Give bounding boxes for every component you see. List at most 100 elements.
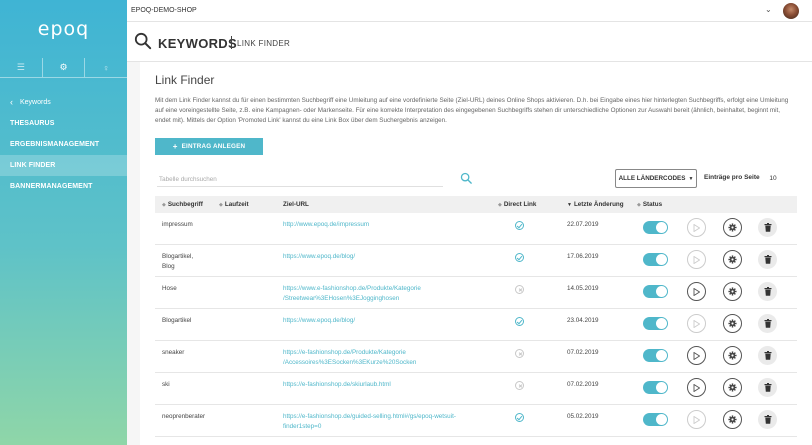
delete-button[interactable] (758, 250, 777, 269)
header-divider (231, 36, 232, 49)
country-code-dropdown[interactable]: ALLE LÄNDERCODES ▼ (615, 169, 697, 188)
trash-icon (764, 383, 771, 392)
trash-icon (764, 287, 771, 296)
play-icon (693, 383, 700, 392)
gear-icon (728, 223, 737, 232)
cell-suchbegriff: ski (162, 381, 170, 388)
sidebar-item-link-finder[interactable]: LINK FINDER (0, 155, 127, 176)
table-row: ski https://e-fashionshop.de/skiurlaub.h… (155, 373, 797, 405)
cell-ziel-url[interactable]: https://www.e-fashionshop.de/Produkte/Ka… (283, 284, 493, 304)
cell-ziel-url[interactable]: http://www.epoq.de/impressum (283, 220, 493, 230)
header-status[interactable]: ◆ Status (637, 201, 662, 208)
link-finder-table: ◆ Suchbegriff ◆ Laufzeit Ziel-URL ◆ Direct … (155, 196, 797, 437)
cell-letzte-aenderung: 22.07.2019 (567, 221, 599, 228)
logo[interactable]: epoq (0, 0, 127, 58)
page-header: KEYWORDS LINK FINDER (127, 22, 812, 62)
check-circle-icon (515, 221, 524, 230)
sidebar-item-bannermanagement[interactable]: BANNERMANAGEMENT (0, 176, 127, 197)
settings-button[interactable] (723, 282, 742, 301)
delete-button[interactable] (758, 282, 777, 301)
header-status-label: Status (642, 201, 663, 208)
status-toggle[interactable] (643, 253, 668, 266)
avatar[interactable] (783, 3, 799, 19)
status-toggle[interactable] (643, 221, 668, 234)
settings-button[interactable] (723, 314, 742, 333)
section-title: Link Finder (155, 73, 215, 87)
table-row: sneaker https://e-fashionshop.de/Produkt… (155, 341, 797, 373)
bulb-icon[interactable]: ♀ (85, 58, 127, 77)
play-icon (693, 287, 700, 296)
x-circle-icon (515, 381, 524, 390)
preview-button[interactable] (687, 346, 706, 365)
delete-button[interactable] (758, 218, 777, 237)
play-icon (693, 223, 700, 232)
sidebar: epoq ☰ ⚙ ♀ ‹ Keywords THESAURUS ERGEBNIS… (0, 0, 127, 445)
sort-desc-icon: ▼ (567, 202, 572, 208)
cell-ziel-url[interactable]: https://www.epoq.de/blog/ (283, 252, 493, 262)
cell-suchbegriff: Blogartikel, Blog (162, 253, 194, 270)
settings-button[interactable] (723, 218, 742, 237)
header-laufzeit[interactable]: ◆ Laufzeit (219, 201, 249, 208)
shop-name[interactable]: EPOQ-DEMO-SHOP (131, 7, 197, 14)
sort-icon: ◆ (637, 202, 641, 208)
header-suchbegriff[interactable]: ◆ Suchbegriff (162, 201, 203, 208)
sidebar-tabs: ☰ ⚙ ♀ (0, 58, 127, 78)
preview-button[interactable] (687, 282, 706, 301)
cell-letzte-aenderung: 07.02.2019 (567, 349, 599, 356)
cell-ziel-url[interactable]: https://www.epoq.de/blog/ (283, 316, 493, 326)
cell-ziel-url[interactable]: https://e-fashionshop.de/skiurlaub.html (283, 380, 493, 390)
menu-icon[interactable]: ☰ (0, 58, 42, 77)
gear-icon (728, 255, 737, 264)
sort-icon: ◆ (498, 202, 502, 208)
cell-suchbegriff: neoprenberater (162, 413, 206, 420)
delete-button[interactable] (758, 346, 777, 365)
preview-button[interactable] (687, 250, 706, 269)
search-icon[interactable] (460, 172, 472, 184)
cell-ziel-url[interactable]: https://e-fashionshop.de/guided-selling.… (283, 412, 493, 432)
sidebar-back-keywords[interactable]: ‹ Keywords (0, 91, 127, 113)
per-page-label: Einträge pro Seite (704, 174, 760, 181)
delete-button[interactable] (758, 410, 777, 429)
table-search-input[interactable] (157, 172, 443, 187)
cell-suchbegriff: Hose (162, 285, 177, 292)
status-toggle[interactable] (643, 413, 668, 426)
per-page-select[interactable]: 10 (763, 172, 783, 186)
preview-button[interactable] (687, 410, 706, 429)
status-toggle[interactable] (643, 285, 668, 298)
check-circle-icon (515, 253, 524, 262)
table-row: neoprenberater https://e-fashionshop.de/… (155, 405, 797, 437)
sidebar-item-thesaurus[interactable]: THESAURUS (0, 113, 127, 134)
header-letzte-aenderung[interactable]: ▼ Letzte Änderung (567, 201, 624, 208)
preview-button[interactable] (687, 218, 706, 237)
header-direct-link[interactable]: ◆ Direct Link (498, 201, 536, 208)
preview-button[interactable] (687, 314, 706, 333)
cell-letzte-aenderung: 17.06.2019 (567, 253, 599, 260)
status-toggle[interactable] (643, 317, 668, 330)
delete-button[interactable] (758, 378, 777, 397)
settings-button[interactable] (723, 346, 742, 365)
search-icon (134, 32, 152, 50)
status-toggle[interactable] (643, 349, 668, 362)
preview-button[interactable] (687, 378, 706, 397)
sort-icon: ◆ (219, 202, 223, 208)
settings-button[interactable] (723, 378, 742, 397)
gear-icon[interactable]: ⚙ (41, 58, 86, 77)
main-content: Link Finder Mit dem Link Finder kannst d… (127, 62, 812, 445)
settings-button[interactable] (723, 410, 742, 429)
add-entry-button[interactable]: + EINTRAG ANLEGEN (155, 138, 263, 155)
gear-icon (728, 415, 737, 424)
chevron-down-icon[interactable]: ⌄ (765, 5, 772, 14)
header-ziel-url: Ziel-URL (283, 201, 309, 208)
table-row: Hose https://www.e-fashionshop.de/Produk… (155, 277, 797, 309)
gear-icon (728, 287, 737, 296)
sidebar-item-ergebnismanagement[interactable]: ERGEBNISMANAGEMENT (0, 134, 127, 155)
status-toggle[interactable] (643, 381, 668, 394)
settings-button[interactable] (723, 250, 742, 269)
chevron-down-icon: ▼ (688, 175, 694, 182)
delete-button[interactable] (758, 314, 777, 333)
cell-suchbegriff: impressum (162, 221, 193, 228)
cell-ziel-url[interactable]: https://e-fashionshop.de/Produkte/Katego… (283, 348, 493, 368)
play-icon (693, 415, 700, 424)
trash-icon (764, 415, 771, 424)
logo-text: epoq (37, 18, 90, 40)
